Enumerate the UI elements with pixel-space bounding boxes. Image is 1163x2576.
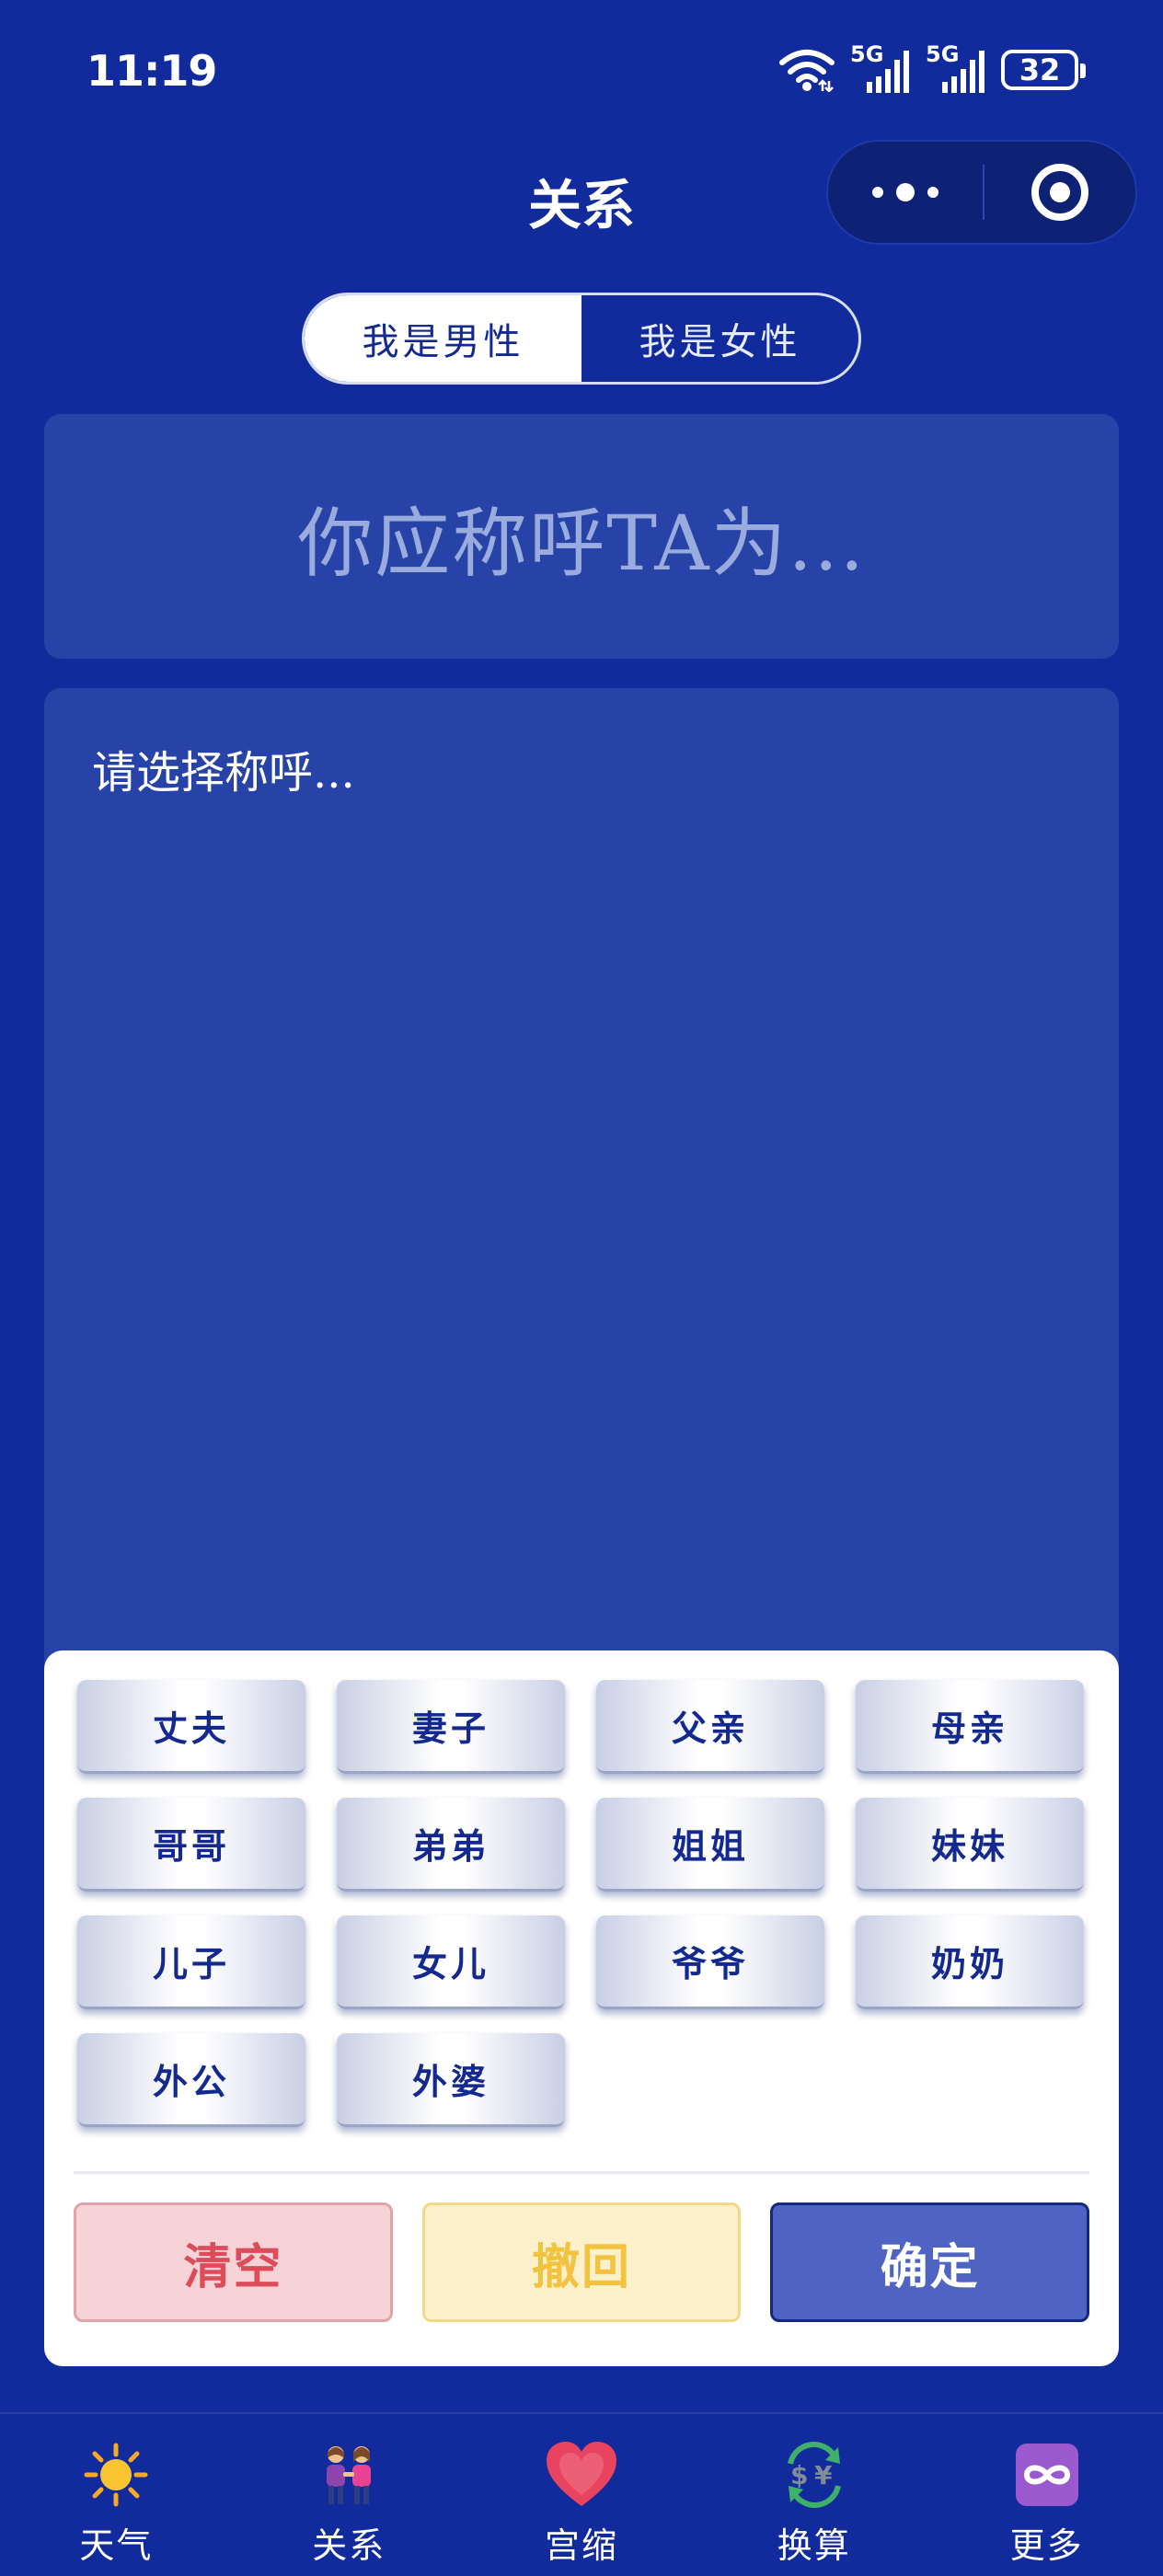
key-daughter[interactable]: 女儿 bbox=[337, 1915, 565, 2009]
key-maternal-grandfather[interactable]: 外公 bbox=[77, 2033, 305, 2127]
signal-bars-icon bbox=[942, 51, 985, 93]
key-wife[interactable]: 妻子 bbox=[337, 1680, 565, 1774]
close-button[interactable] bbox=[985, 142, 1135, 243]
tab-weather[interactable]: 天气 bbox=[0, 2414, 233, 2576]
tab-more[interactable]: 更多 bbox=[930, 2414, 1163, 2576]
wifi-icon bbox=[779, 50, 835, 92]
key-paternal-grandmother[interactable]: 奶奶 bbox=[856, 1915, 1084, 2009]
tab-relation[interactable]: 关系 bbox=[233, 2414, 466, 2576]
key-son[interactable]: 儿子 bbox=[77, 1915, 305, 2009]
tab-label: 关系 bbox=[312, 2525, 386, 2566]
tab-convert[interactable]: $ ¥ 换算 bbox=[697, 2414, 930, 2576]
relation-keyboard: 丈夫 妻子 父亲 母亲 哥哥 弟弟 姐姐 妹妹 儿子 女儿 爷爷 奶奶 外公 外… bbox=[44, 1650, 1119, 2366]
battery-icon: 32 bbox=[1001, 50, 1086, 90]
status-icons: 5G 5G 32 bbox=[778, 41, 1086, 96]
sun-icon bbox=[79, 2440, 153, 2510]
key-husband[interactable]: 丈夫 bbox=[77, 1680, 305, 1774]
relation-chain-card: 请选择称呼... bbox=[44, 688, 1119, 1682]
tab-label: 换算 bbox=[777, 2525, 851, 2566]
heart-icon bbox=[545, 2440, 618, 2510]
couple-icon bbox=[312, 2440, 386, 2510]
tab-bar: 天气 关系 宫缩 $ ¥ 换算 更多 bbox=[0, 2412, 1163, 2576]
battery-level: 32 bbox=[1019, 52, 1061, 87]
svg-text:$: $ bbox=[790, 2460, 808, 2490]
action-row: 清空 撤回 确定 bbox=[74, 2202, 1090, 2322]
key-mother[interactable]: 母亲 bbox=[856, 1680, 1084, 1774]
more-dot-icon bbox=[896, 183, 915, 201]
result-text: 你应称呼TA为... bbox=[297, 500, 866, 588]
currency-exchange-icon: $ ¥ bbox=[777, 2440, 851, 2510]
keyboard-divider bbox=[74, 2171, 1089, 2174]
app-root: 11:19 5G 5G 32 关系 我是男性 我是女性 你应称呼TA为... 请… bbox=[0, 0, 1163, 2576]
key-grid: 丈夫 妻子 父亲 母亲 哥哥 弟弟 姐姐 妹妹 儿子 女儿 爷爷 奶奶 外公 外… bbox=[77, 1680, 1086, 2127]
infinity-icon bbox=[1010, 2440, 1084, 2510]
confirm-button[interactable]: 确定 bbox=[770, 2202, 1090, 2322]
result-card: 你应称呼TA为... bbox=[44, 414, 1119, 659]
key-maternal-grandmother[interactable]: 外婆 bbox=[337, 2033, 565, 2127]
key-younger-brother[interactable]: 弟弟 bbox=[337, 1798, 565, 1892]
signal-1: 5G bbox=[850, 41, 911, 93]
gender-male-option[interactable]: 我是男性 bbox=[305, 295, 582, 382]
more-dot-icon bbox=[872, 187, 883, 198]
relation-chain-text: 请选择称呼... bbox=[92, 747, 355, 799]
more-dot-icon bbox=[927, 187, 938, 198]
undo-button[interactable]: 撤回 bbox=[421, 2202, 742, 2322]
key-father[interactable]: 父亲 bbox=[596, 1680, 824, 1774]
gender-toggle: 我是男性 我是女性 bbox=[302, 293, 861, 385]
tab-label: 宫缩 bbox=[544, 2525, 618, 2566]
tab-contraction[interactable]: 宫缩 bbox=[466, 2414, 698, 2576]
target-icon bbox=[1031, 164, 1088, 221]
svg-text:¥: ¥ bbox=[814, 2460, 833, 2490]
tab-label: 天气 bbox=[79, 2525, 154, 2566]
status-time: 11:19 bbox=[86, 46, 217, 96]
more-button[interactable] bbox=[828, 142, 983, 243]
key-paternal-grandfather[interactable]: 爷爷 bbox=[596, 1915, 824, 2009]
gender-female-option[interactable]: 我是女性 bbox=[582, 295, 858, 382]
status-bar: 11:19 5G 5G 32 bbox=[0, 0, 1163, 138]
tab-label: 更多 bbox=[1009, 2525, 1084, 2566]
mini-program-capsule bbox=[826, 140, 1137, 245]
signal-bars-icon bbox=[867, 51, 909, 93]
key-younger-sister[interactable]: 妹妹 bbox=[856, 1798, 1084, 1892]
signal-2: 5G bbox=[926, 41, 986, 93]
key-older-sister[interactable]: 姐姐 bbox=[596, 1798, 824, 1892]
key-older-brother[interactable]: 哥哥 bbox=[77, 1798, 305, 1892]
clear-button[interactable]: 清空 bbox=[74, 2202, 393, 2322]
